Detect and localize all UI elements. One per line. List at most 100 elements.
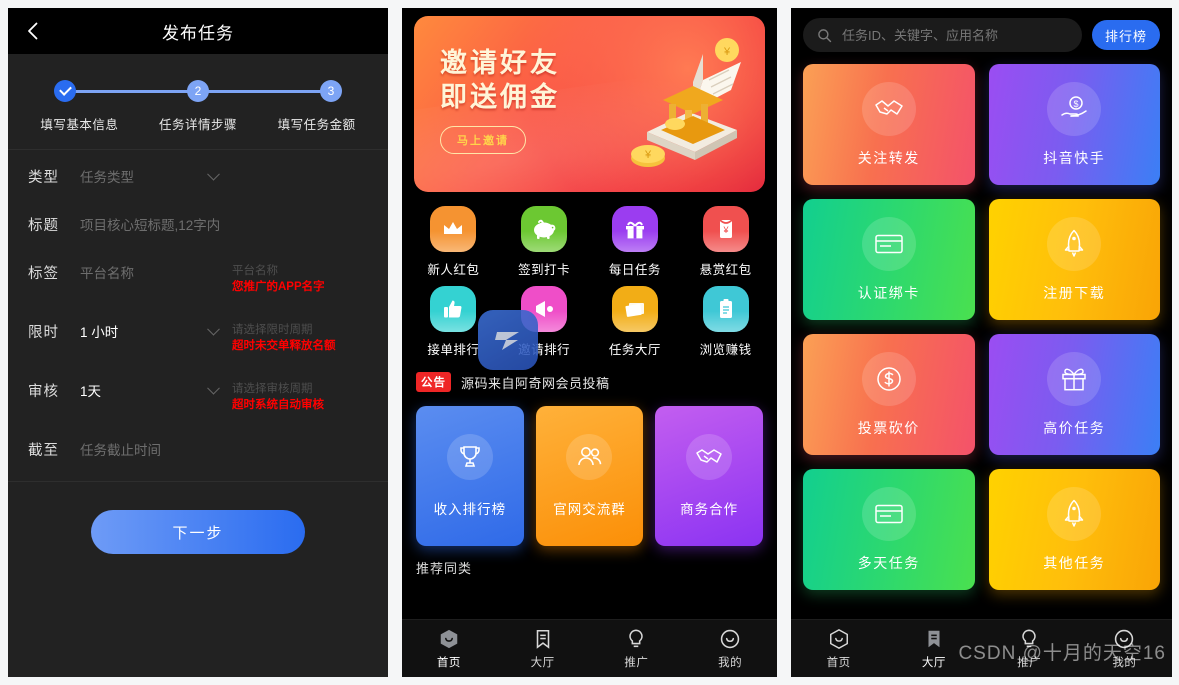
step-dot-2[interactable]: 2 xyxy=(187,80,209,102)
task-hall-screen: 排行榜 关注转发 $ 抖音快手 认证绑卡 xyxy=(791,8,1172,677)
tab-mine[interactable]: 我的 xyxy=(1077,628,1172,670)
banner-text: 邀请好友 即送佣金 马上邀请 xyxy=(440,46,560,154)
field-label: 审核 xyxy=(28,384,59,400)
field-label: 类型 xyxy=(28,170,59,186)
bottom-tabbar: 首页 大厅 推广 我的 xyxy=(402,619,777,677)
form-row-timelimit[interactable]: 限时 1 小时 请选择限时周期 超时未交单释放名额 xyxy=(8,309,388,368)
grid-item-browseearn[interactable]: 浏览赚钱 xyxy=(680,286,771,358)
invite-now-button[interactable]: 马上邀请 xyxy=(440,126,526,154)
invite-banner[interactable]: 邀请好友 即送佣金 马上邀请 ¥ ¥ xyxy=(414,16,765,192)
tab-promote[interactable]: 推广 xyxy=(590,628,684,670)
deadline-input[interactable]: 任务截止时间 xyxy=(80,440,161,462)
step-label-2: 任务详情步骤 xyxy=(159,118,238,132)
grid-item-checkin[interactable]: 签到打卡 xyxy=(499,206,590,278)
crown-icon xyxy=(430,206,477,252)
screenshot-stage: 发布任务 2 3 填写基本信息 任务详情步骤 填写任务金额 类型 任务类型 标题… xyxy=(0,0,1179,685)
hall-card-register-download[interactable]: 注册下载 xyxy=(988,199,1160,320)
tag-input[interactable]: 平台名称 xyxy=(80,263,134,285)
hall-card-vote-bargain[interactable]: 投票砍价 xyxy=(803,334,975,455)
review-select-value[interactable]: 1天 xyxy=(80,381,101,403)
title-input[interactable]: 项目核心短标题,12字内 xyxy=(80,215,220,237)
publish-task-screen: 发布任务 2 3 填写基本信息 任务详情步骤 填写任务金额 类型 任务类型 标题… xyxy=(8,8,388,677)
form-divider xyxy=(8,481,388,482)
credit-card-icon xyxy=(861,216,916,271)
tab-label: 大厅 xyxy=(530,656,555,669)
next-step-button[interactable]: 下一步 xyxy=(91,510,305,554)
grid-item-bounty[interactable]: ¥ 悬赏红包 xyxy=(680,206,771,278)
step-dot-3[interactable]: 3 xyxy=(320,80,342,102)
promo-card-official-group[interactable]: 官网交流群 xyxy=(535,406,644,546)
gift-icon xyxy=(611,206,658,252)
search-box[interactable] xyxy=(803,18,1082,52)
hall-card-douyin-kuaishou[interactable]: $ 抖音快手 xyxy=(988,64,1160,185)
dollar-coin-icon xyxy=(861,351,916,406)
bottom-tabbar: 首页 大厅 推广 我的 xyxy=(791,619,1172,677)
form-row-title[interactable]: 标题 项目核心短标题,12字内 xyxy=(8,202,388,250)
publish-header: 发布任务 xyxy=(8,8,388,54)
grid-item-label: 接单排行 xyxy=(427,343,480,357)
step-dot-1[interactable] xyxy=(54,80,76,102)
grid-item-label: 新人红包 xyxy=(427,263,480,277)
tab-promote[interactable]: 推广 xyxy=(982,628,1077,670)
timelimit-select-value[interactable]: 1 小时 xyxy=(80,322,118,344)
section-title-recommend: 推荐同类 xyxy=(416,561,473,576)
chevron-down-icon[interactable] xyxy=(207,381,220,395)
form-row-review[interactable]: 审核 1天 请选择审核周期 超时系统自动审核 xyxy=(8,368,388,427)
bookmark-icon xyxy=(928,630,940,647)
ranking-button[interactable]: 排行榜 xyxy=(1091,20,1160,50)
field-hint: 请选择限时周期 超时未交单释放名额 xyxy=(232,322,372,355)
promo-card-income-rank[interactable]: 收入排行榜 xyxy=(416,406,524,546)
hint-gray: 平台名称 xyxy=(232,265,278,277)
grid-item-orderrank[interactable]: 接单排行 xyxy=(408,286,499,358)
notice-bar[interactable]: 公告 源码来自阿奇网会员投稿 xyxy=(416,372,763,392)
tab-home[interactable]: 首页 xyxy=(791,628,886,670)
hall-card-verify-bindcard[interactable]: 认证绑卡 xyxy=(803,199,975,320)
tab-label: 大厅 xyxy=(921,656,946,669)
home-screen: 邀请好友 即送佣金 马上邀请 ¥ ¥ 新人红包 签到打卡 每日任务 ¥ 悬赏红包… xyxy=(402,8,777,677)
chevron-down-icon[interactable] xyxy=(207,167,220,181)
tab-label: 推广 xyxy=(1017,656,1042,669)
form-row-deadline[interactable]: 截至 任务截止时间 xyxy=(8,427,388,475)
home-scroll-area[interactable]: 邀请好友 即送佣金 马上邀请 ¥ ¥ 新人红包 签到打卡 每日任务 ¥ 悬赏红包… xyxy=(402,8,777,635)
hall-search-bar: 排行榜 xyxy=(791,8,1172,60)
piggy-bank-icon xyxy=(521,206,568,252)
svg-text:¥: ¥ xyxy=(644,149,652,161)
tab-hall[interactable]: 大厅 xyxy=(496,628,590,670)
hall-card-label: 高价任务 xyxy=(1043,419,1106,436)
notice-tag: 公告 xyxy=(416,372,451,392)
promo-card-label: 商务合作 xyxy=(680,502,739,517)
tab-hall[interactable]: 大厅 xyxy=(886,628,981,670)
grid-item-newbie[interactable]: 新人红包 xyxy=(408,206,499,278)
rocket-icon xyxy=(1047,486,1102,541)
tab-label: 我的 xyxy=(718,656,743,669)
home-hexagon-icon xyxy=(440,629,458,648)
field-hint: 请选择审核周期 超时系统自动审核 xyxy=(232,381,372,414)
hint-red: 您推广的APP名字 xyxy=(232,281,325,293)
form-row-type[interactable]: 类型 任务类型 xyxy=(8,154,388,202)
grid-item-taskhall[interactable]: 任务大厅 xyxy=(590,286,681,358)
step-indicator: 2 3 填写基本信息 任务详情步骤 填写任务金额 xyxy=(8,54,388,150)
promo-card-business[interactable]: 商务合作 xyxy=(655,406,763,546)
tab-mine[interactable]: 我的 xyxy=(683,628,777,670)
search-input[interactable] xyxy=(842,27,1068,43)
hall-category-grid: 关注转发 $ 抖音快手 认证绑卡 注册下载 投票砍价 高价任务 多天任务 其他任… xyxy=(791,60,1172,590)
tab-home[interactable]: 首页 xyxy=(402,628,496,670)
handshake-icon xyxy=(861,81,916,136)
chevron-down-icon[interactable] xyxy=(207,322,220,336)
group-icon xyxy=(566,434,613,480)
type-select-value[interactable]: 任务类型 xyxy=(80,167,134,189)
hall-card-label: 注册下载 xyxy=(1043,284,1106,301)
bulb-icon xyxy=(1022,629,1036,647)
promo-cards: 收入排行榜 官网交流群 商务合作 xyxy=(416,406,763,546)
smiley-circle-icon xyxy=(1115,629,1134,648)
field-label: 标题 xyxy=(28,218,59,234)
hall-card-follow-share[interactable]: 关注转发 xyxy=(803,64,975,185)
grid-item-inviterank[interactable]: 邀请排行 xyxy=(499,286,590,358)
hand-coin-icon: $ xyxy=(1047,81,1102,136)
form-row-tag[interactable]: 标签 平台名称 平台名称 您推广的APP名字 xyxy=(8,250,388,309)
hall-card-multiday-task[interactable]: 多天任务 xyxy=(803,469,975,590)
grid-item-dailytask[interactable]: 每日任务 xyxy=(590,206,681,278)
hall-card-other-task[interactable]: 其他任务 xyxy=(988,469,1160,590)
hall-card-high-price-task[interactable]: 高价任务 xyxy=(988,334,1160,455)
chevron-left-icon[interactable] xyxy=(22,20,44,42)
